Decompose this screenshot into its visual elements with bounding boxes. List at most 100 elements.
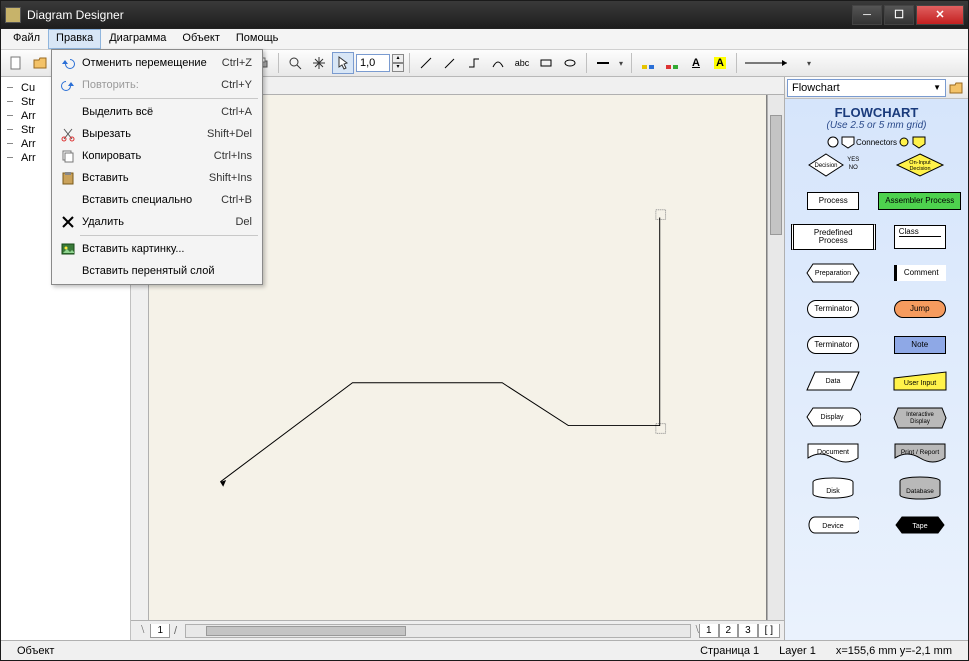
shape-decision[interactable]: Decision YESNO [791, 149, 876, 181]
line-style-dropdown[interactable]: ▾ [616, 59, 626, 68]
status-page: Страница 1 [690, 645, 769, 657]
shape-preparation[interactable]: Preparation [791, 257, 876, 289]
palette-title: FLOWCHART [835, 105, 919, 120]
pointer-tool[interactable] [332, 52, 354, 74]
shape-oninput-decision[interactable]: On-InputDecision [878, 149, 963, 181]
connector-offpage-small-icon[interactable] [911, 135, 927, 149]
palette-combo-value: Flowchart [792, 82, 840, 94]
redo-icon [58, 77, 78, 93]
ellipse-tool[interactable] [559, 52, 581, 74]
menu-item-shortcut: Del [235, 216, 256, 228]
shape-comment[interactable]: Comment [878, 257, 963, 289]
palette-combo[interactable]: Flowchart ▼ [787, 79, 946, 97]
palette-body[interactable]: FLOWCHART (Use 2.5 or 5 mm grid) Connect… [785, 99, 968, 640]
highlight-button[interactable]: A [709, 52, 731, 74]
status-bar: Объект Страница 1 Layer 1 x=155,6 mm y=-… [1, 640, 968, 660]
menu-item-label: Выделить всё [78, 106, 221, 118]
menu-file[interactable]: Файл [5, 29, 48, 49]
shape-print[interactable]: Print / Report [878, 437, 963, 469]
menu-object[interactable]: Объект [174, 29, 227, 49]
connector-circle-icon[interactable] [826, 135, 840, 149]
arrow-tool[interactable] [439, 52, 461, 74]
menu-item-11[interactable]: Вставить перенятый слой [54, 260, 260, 282]
app-icon [5, 7, 21, 23]
maximize-button[interactable]: ☐ [884, 5, 914, 25]
connector-tool[interactable] [463, 52, 485, 74]
svg-text:Display: Display [821, 414, 844, 421]
curve-tool[interactable] [487, 52, 509, 74]
page-tab-1[interactable]: 1 [150, 624, 170, 638]
page-tab-2[interactable]: 2 [719, 624, 739, 638]
text-color-button[interactable]: A [685, 52, 707, 74]
fill-color-button[interactable] [637, 52, 659, 74]
menu-edit[interactable]: Правка [48, 29, 101, 49]
line-style-button[interactable] [592, 52, 614, 74]
rect-tool[interactable] [535, 52, 557, 74]
title-bar: Diagram Designer ─ ☐ ✕ [1, 1, 968, 29]
menu-item-8[interactable]: УдалитьDel [54, 211, 260, 233]
connector-circle-small-icon[interactable] [897, 135, 911, 149]
connector-offpage-icon[interactable] [840, 135, 856, 149]
shape-predefined[interactable]: Predefined Process [791, 221, 876, 253]
zoom-field[interactable]: 1,0 [356, 54, 390, 72]
menu-item-shortcut: Ctrl+Ins [214, 150, 256, 162]
shape-jump[interactable]: Jump [878, 293, 963, 325]
shape-terminator2[interactable]: Terminator [791, 329, 876, 361]
text-tool[interactable]: abc [511, 52, 533, 74]
zoom-spinner[interactable]: ▴▾ [392, 54, 404, 72]
svg-text:Disk: Disk [826, 488, 840, 495]
menu-item-3[interactable]: Выделить всёCtrl+A [54, 101, 260, 123]
status-mode: Объект [7, 645, 64, 657]
pan-tool[interactable] [308, 52, 330, 74]
shape-userinput[interactable]: User Input [878, 365, 963, 397]
shape-disk[interactable]: Disk [791, 473, 876, 505]
page-tab-left-edge: ⧵ [135, 624, 150, 637]
shape-database[interactable]: Database [878, 473, 963, 505]
menu-separator [80, 235, 258, 236]
shape-assembler[interactable]: Assembler Process [878, 185, 963, 217]
menu-item-label: Вставить перенятый слой [78, 265, 252, 277]
line-tool[interactable] [415, 52, 437, 74]
menu-item-4[interactable]: ВырезатьShift+Del [54, 123, 260, 145]
shape-display[interactable]: Display [791, 401, 876, 433]
zoom-tool[interactable] [284, 52, 306, 74]
shape-tape[interactable]: Tape [878, 509, 963, 541]
close-button[interactable]: ✕ [916, 5, 964, 25]
horizontal-scrollbar[interactable] [185, 624, 691, 638]
svg-text:User Input: User Input [904, 380, 936, 387]
shape-process[interactable]: Process [791, 185, 876, 217]
line-color-button[interactable] [661, 52, 683, 74]
copy-icon [58, 148, 78, 164]
shape-note[interactable]: Note [878, 329, 963, 361]
menu-item-label: Вырезать [78, 128, 207, 140]
page-tab-3[interactable]: 3 [738, 624, 758, 638]
minimize-button[interactable]: ─ [852, 5, 882, 25]
shape-document[interactable]: Document [791, 437, 876, 469]
shape-class[interactable]: Class [878, 221, 963, 253]
shape-device[interactable]: Device [791, 509, 876, 541]
svg-text:Database: Database [906, 488, 934, 495]
new-button[interactable] [5, 52, 27, 74]
shape-terminator1[interactable]: Terminator [791, 293, 876, 325]
palette-open-button[interactable] [946, 77, 966, 99]
arrow-style-dropdown[interactable]: ▾ [804, 59, 814, 68]
vertical-scrollbar[interactable] [767, 95, 784, 620]
menu-separator [80, 98, 258, 99]
cut-icon [58, 126, 78, 142]
svg-text:Document: Document [817, 449, 849, 456]
menu-item-6[interactable]: ВставитьShift+Ins [54, 167, 260, 189]
menu-item-shortcut: Shift+Del [207, 128, 256, 140]
open-button[interactable] [29, 52, 51, 74]
menu-item-5[interactable]: КопироватьCtrl+Ins [54, 145, 260, 167]
menu-item-7[interactable]: Вставить специальноCtrl+B [54, 189, 260, 211]
menu-diagram[interactable]: Диаграмма [101, 29, 174, 49]
menu-item-10[interactable]: Вставить картинку... [54, 238, 260, 260]
menu-item-label: Вставить специально [78, 194, 221, 206]
shape-interactive[interactable]: InteractiveDisplay [878, 401, 963, 433]
menu-item-0[interactable]: Отменить перемещениеCtrl+Z [54, 52, 260, 74]
page-tab-add[interactable]: [ ] [758, 624, 780, 638]
arrow-style-button[interactable] [742, 52, 802, 74]
menu-help[interactable]: Помощь [228, 29, 287, 49]
page-tab-1b[interactable]: 1 [699, 624, 719, 638]
shape-data[interactable]: Data [791, 365, 876, 397]
